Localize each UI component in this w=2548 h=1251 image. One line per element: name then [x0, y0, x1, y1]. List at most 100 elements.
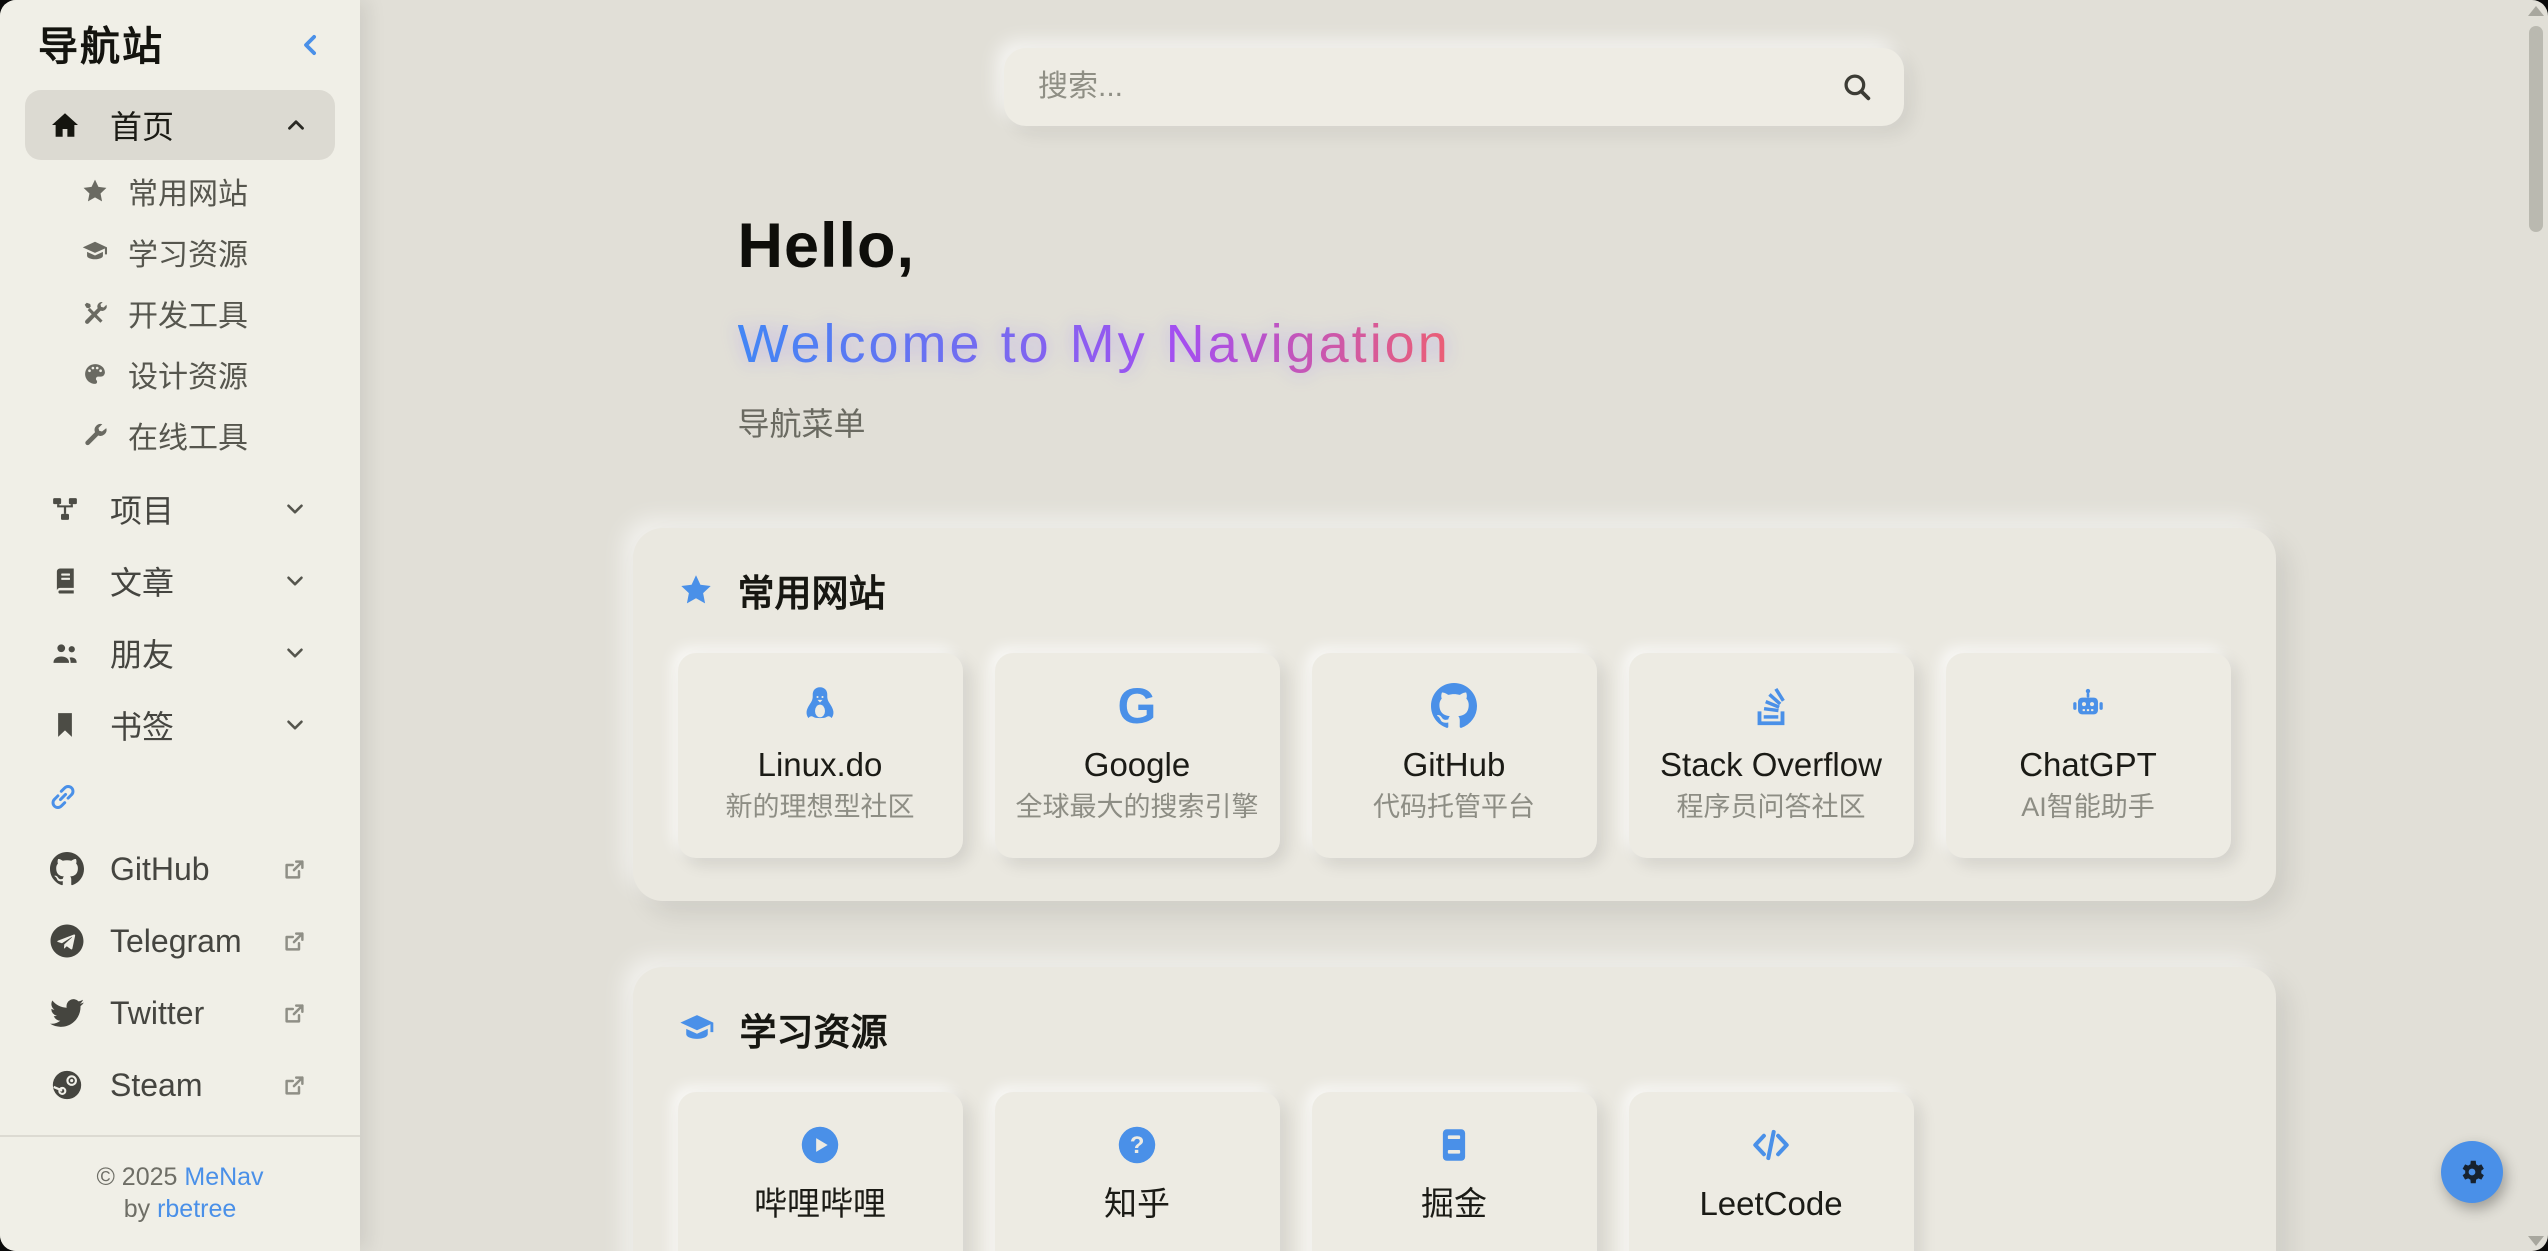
card-description: AI智能助手 [2021, 790, 2155, 824]
scrollbar [2525, 0, 2547, 1251]
card-title: Stack Overflow [1660, 745, 1882, 785]
search-icon[interactable] [1840, 70, 1874, 104]
section-header: 学习资源 [678, 1007, 2231, 1051]
book-icon [50, 566, 80, 596]
chevron-down-icon [282, 496, 308, 522]
card-title: LeetCode [1699, 1184, 1842, 1224]
settings-fab-button[interactable] [2441, 1141, 2503, 1203]
site-title: 导航站 [38, 24, 164, 70]
card-title: 哔哩哔哩 [754, 1184, 886, 1224]
svg-text:?: ? [1130, 1132, 1145, 1159]
chevron-down-icon [282, 712, 308, 738]
author-link[interactable]: rbetree [157, 1195, 236, 1223]
main-content: Hello, Welcome to My Navigation 导航菜单 常用网… [360, 0, 2548, 1251]
section-common-sites: 常用网站 Linux.do 新的理想型社区 G Google 全球最大的搜索引擎 [633, 528, 2276, 901]
gear-icon [2457, 1157, 2487, 1187]
greeting-block: Hello, Welcome to My Navigation 导航菜单 [738, 210, 2276, 444]
site-card-leetcode[interactable]: LeetCode [1629, 1092, 1914, 1251]
wrench-icon [81, 421, 109, 449]
chevron-down-icon [282, 640, 308, 666]
card-description: 新的理想型社区 [726, 790, 915, 824]
sidebar-item-common-sites[interactable]: 常用网站 [0, 160, 360, 221]
social-link-telegram[interactable]: Telegram [0, 905, 360, 977]
book-journal-icon [1431, 1121, 1477, 1169]
scrollbar-thumb[interactable] [2529, 26, 2543, 232]
social-link-steam[interactable]: Steam [0, 1049, 360, 1121]
app-window: 导航站 首页 常用网站 学习资源 [0, 0, 2548, 1251]
twitter-icon [50, 996, 84, 1030]
github-icon [1431, 682, 1477, 730]
section-header: 常用网站 [678, 568, 2231, 612]
screwdriver-wrench-icon [81, 299, 109, 327]
site-card-zhihu[interactable]: ? 知乎 [995, 1092, 1280, 1251]
sidebar-item-dev-tools[interactable]: 开发工具 [0, 282, 360, 343]
sidebar-item-home[interactable]: 首页 [25, 90, 335, 160]
card-description: 全球最大的搜索引擎 [1016, 790, 1259, 824]
greeting-subtitle: 导航菜单 [738, 404, 2276, 444]
sidebar-header: 导航站 [0, 0, 360, 70]
sidebar-groups: 项目 文章 朋友 书签 [0, 473, 360, 761]
scrollbar-down-arrow[interactable] [2528, 1236, 2544, 1246]
google-g-icon: G [1118, 682, 1157, 730]
star-icon [678, 572, 714, 608]
sidebar-collapse-button[interactable] [296, 30, 326, 60]
github-icon [50, 852, 84, 886]
sidebar-item-learning[interactable]: 学习资源 [0, 221, 360, 282]
chevron-up-icon [283, 112, 309, 138]
play-circle-icon [797, 1121, 843, 1169]
star-icon [81, 177, 109, 205]
steam-icon [50, 1068, 84, 1102]
external-link-icon [281, 1072, 308, 1099]
scrollbar-up-arrow[interactable] [2528, 6, 2544, 16]
site-card-stackoverflow[interactable]: Stack Overflow 程序员问答社区 [1629, 653, 1914, 858]
robot-icon [2065, 682, 2111, 730]
site-card-bilibili[interactable]: 哔哩哔哩 [678, 1092, 963, 1251]
search-input[interactable] [1036, 69, 1840, 105]
card-description: 代码托管平台 [1373, 790, 1535, 824]
site-card-chatgpt[interactable]: ChatGPT AI智能助手 [1946, 653, 2231, 858]
sidebar: 导航站 首页 常用网站 学习资源 [0, 0, 360, 1251]
site-card-juejin[interactable]: 掘金 [1312, 1092, 1597, 1251]
sidebar-item-design[interactable]: 设计资源 [0, 343, 360, 404]
author-line: by rbetree [0, 1193, 360, 1225]
site-card-github[interactable]: GitHub 代码托管平台 [1312, 653, 1597, 858]
card-grid: 哔哩哔哩 ? 知乎 掘金 [678, 1092, 2231, 1251]
sidebar-footer: © 2025 MeNav by rbetree [0, 1135, 360, 1251]
card-title: 知乎 [1104, 1184, 1170, 1224]
external-link-icon [281, 856, 308, 883]
section-title: 常用网站 [738, 563, 886, 617]
card-description: 程序员问答社区 [1677, 790, 1866, 824]
chevron-left-icon [296, 30, 326, 60]
copyright-line: © 2025 MeNav [0, 1161, 360, 1193]
sidebar-item-online-tools[interactable]: 在线工具 [0, 404, 360, 465]
site-card-google[interactable]: G Google 全球最大的搜索引擎 [995, 653, 1280, 858]
sidebar-item-friends[interactable]: 朋友 [0, 617, 360, 689]
palette-icon [81, 360, 109, 388]
card-title: GitHub [1403, 745, 1506, 785]
graduation-cap-icon [81, 238, 109, 266]
section-learning: 学习资源 哔哩哔哩 ? 知乎 [633, 967, 2276, 1251]
bookmark-icon [50, 710, 80, 740]
site-link[interactable]: MeNav [184, 1163, 263, 1191]
social-links-divider [0, 761, 360, 833]
link-icon [46, 780, 80, 814]
sidebar-item-label: 首页 [110, 102, 174, 148]
social-link-twitter[interactable]: Twitter [0, 977, 360, 1049]
sidebar-social: GitHub Telegram Twitter Steam [0, 833, 360, 1121]
code-icon [1748, 1121, 1794, 1169]
sidebar-item-bookmarks[interactable]: 书签 [0, 689, 360, 761]
section-title: 学习资源 [740, 1002, 888, 1056]
social-link-github[interactable]: GitHub [0, 833, 360, 905]
users-icon [50, 638, 80, 668]
greeting-welcome: Welcome to My Navigation [738, 312, 1451, 376]
sidebar-item-projects[interactable]: 项目 [0, 473, 360, 545]
search-bar [1004, 48, 1904, 126]
site-card-linuxdo[interactable]: Linux.do 新的理想型社区 [678, 653, 963, 858]
sidebar-item-articles[interactable]: 文章 [0, 545, 360, 617]
project-diagram-icon [50, 494, 80, 524]
stack-overflow-icon [1748, 682, 1794, 730]
sidebar-submenu: 常用网站 学习资源 开发工具 设计资源 在线工具 [0, 160, 360, 465]
graduation-cap-icon [678, 1010, 716, 1048]
linux-icon [797, 682, 843, 730]
card-title: Linux.do [758, 745, 883, 785]
